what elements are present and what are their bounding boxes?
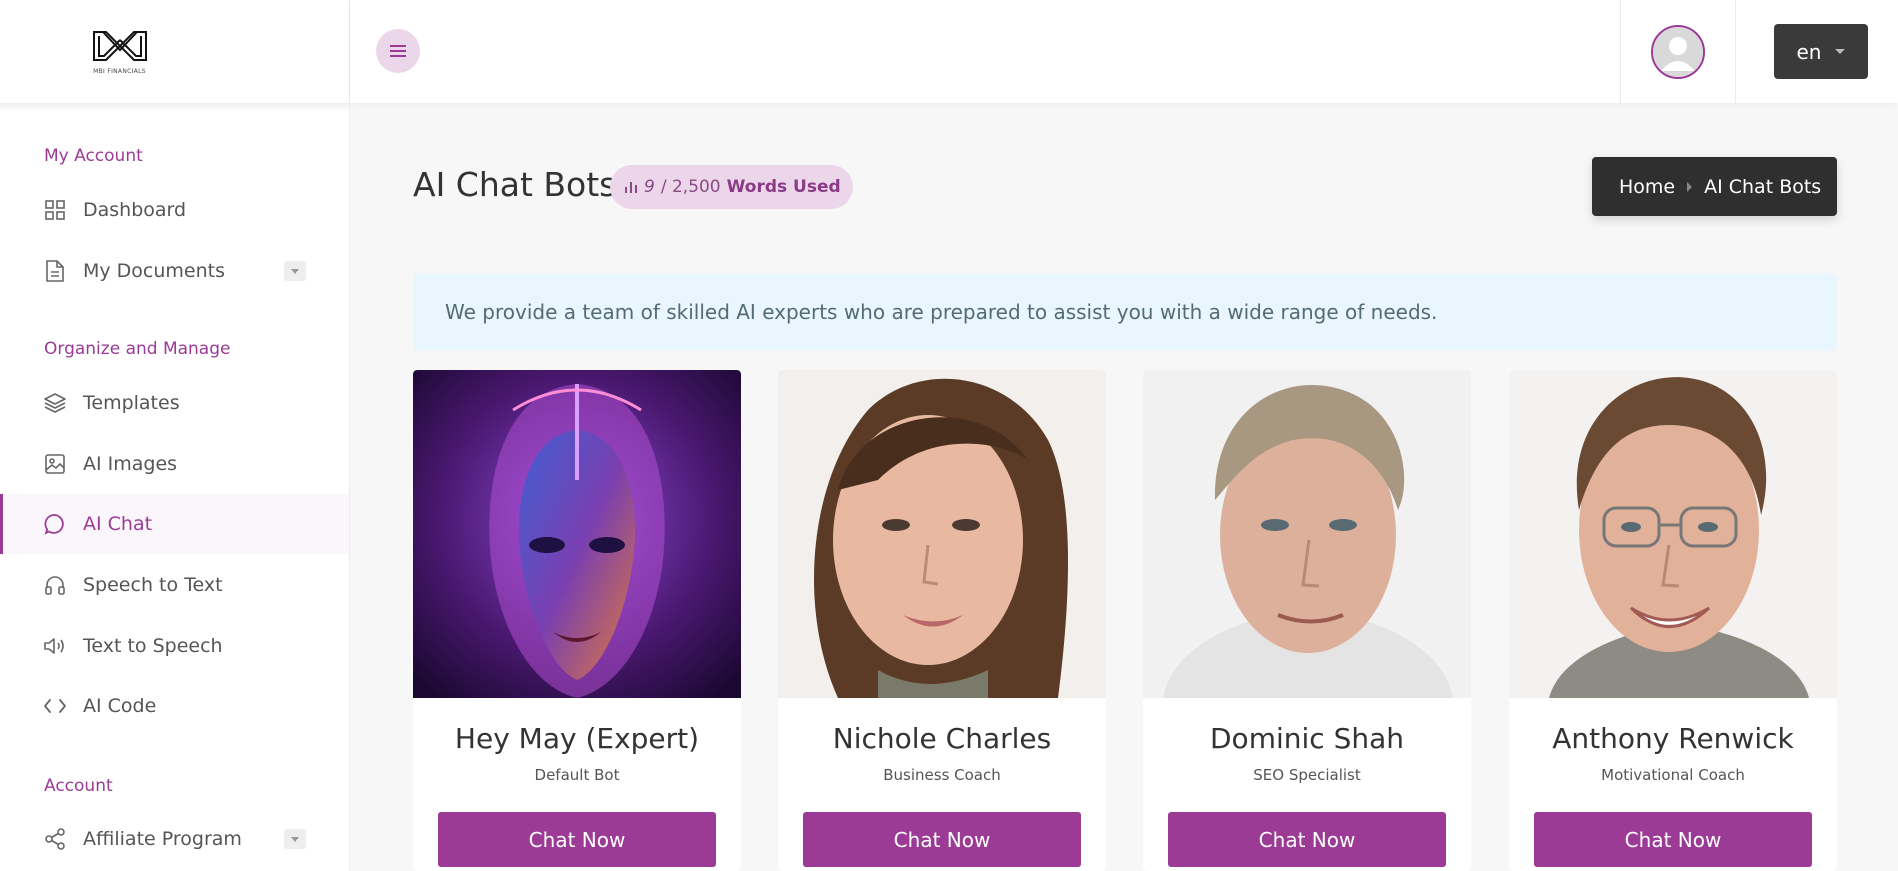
bot-name: Dominic Shah xyxy=(1210,722,1404,755)
bot-card: Nichole Charles Business Coach Chat Now xyxy=(778,370,1106,871)
logo-mark-icon xyxy=(92,30,147,61)
sidebar-item-label: Templates xyxy=(83,392,180,414)
sidebar-item-label: AI Code xyxy=(83,695,157,717)
chat-now-button[interactable]: Chat Now xyxy=(803,812,1081,867)
section-title-organize: Organize and Manage xyxy=(44,339,231,359)
sidebar-item-templates[interactable]: Templates xyxy=(0,373,349,433)
section-title-my-account: My Account xyxy=(44,146,143,166)
sidebar-item-label: My Documents xyxy=(83,260,226,282)
share-icon xyxy=(43,827,67,851)
breadcrumb-current: AI Chat Bots xyxy=(1704,175,1822,198)
bot-portrait[interactable] xyxy=(778,370,1106,698)
avatar[interactable] xyxy=(1651,24,1705,79)
bot-name: Hey May (Expert) xyxy=(454,722,700,755)
words-used-count: 9 xyxy=(644,177,655,197)
page-title: AI Chat Bots xyxy=(413,165,617,204)
sidebar-divider xyxy=(0,103,350,111)
words-used-badge: 9 / 2,500 Words Used xyxy=(610,165,853,209)
chevron-right-icon xyxy=(1687,181,1693,192)
bot-portrait[interactable] xyxy=(413,370,741,698)
chevron-down-icon[interactable] xyxy=(284,261,306,281)
bot-role: SEO Specialist xyxy=(1253,766,1361,784)
sidebar-item-ai-images[interactable]: AI Images xyxy=(0,434,349,494)
chat-bubble-icon xyxy=(43,512,67,536)
sidebar-item-my-documents[interactable]: My Documents xyxy=(0,241,349,301)
words-limit: / 2,500 xyxy=(660,177,721,197)
sidebar-item-label: Dashboard xyxy=(83,199,187,221)
logo-area: MBI FINANCIALS xyxy=(0,0,349,103)
code-icon xyxy=(43,694,67,718)
user-menu[interactable] xyxy=(1620,0,1736,103)
hamburger-icon xyxy=(390,45,406,57)
bot-portrait[interactable] xyxy=(1143,370,1471,698)
sidebar-item-ai-code[interactable]: AI Code xyxy=(0,676,349,736)
chevron-down-icon[interactable] xyxy=(284,829,306,849)
bot-card: Hey May (Expert) Default Bot Chat Now xyxy=(413,370,741,871)
words-used-label: Words Used xyxy=(726,177,841,197)
menu-toggle-button[interactable] xyxy=(376,29,420,73)
breadcrumb: Home AI Chat Bots xyxy=(1592,157,1837,216)
sidebar-item-label: Affiliate Program xyxy=(83,828,242,850)
language-value: en xyxy=(1796,39,1822,64)
sidebar-item-label: Text to Speech xyxy=(83,635,223,657)
section-title-account: Account xyxy=(44,776,113,796)
bot-name: Nichole Charles xyxy=(832,722,1052,755)
sidebar-item-label: AI Chat xyxy=(83,513,153,535)
sidebar-item-label: Speech to Text xyxy=(83,574,223,596)
grid-icon xyxy=(43,198,67,222)
headphones-icon xyxy=(43,573,67,597)
bot-role: Business Coach xyxy=(883,766,1001,784)
brand-logo[interactable]: MBI FINANCIALS xyxy=(88,26,152,78)
chat-now-button[interactable]: Chat Now xyxy=(1168,812,1446,867)
sidebar-item-text-to-speech[interactable]: Text to Speech xyxy=(0,616,349,676)
bot-card: Anthony Renwick Motivational Coach Chat … xyxy=(1509,370,1837,871)
bot-role: Motivational Coach xyxy=(1601,766,1745,784)
logo-text: MBI FINANCIALS xyxy=(93,67,146,75)
top-bar: en xyxy=(350,0,1898,103)
document-icon xyxy=(43,259,67,283)
user-icon xyxy=(1653,26,1703,77)
sidebar-item-dashboard[interactable]: Dashboard xyxy=(0,180,349,240)
breadcrumb-home[interactable]: Home xyxy=(1619,176,1675,198)
info-alert: We provide a team of skilled AI experts … xyxy=(413,273,1837,351)
sidebar-item-ai-chat[interactable]: AI Chat xyxy=(0,494,349,554)
layers-icon xyxy=(43,391,67,415)
sidebar-item-affiliate-program[interactable]: Affiliate Program xyxy=(0,809,349,869)
language-dropdown[interactable]: en xyxy=(1774,24,1868,79)
bot-portrait[interactable] xyxy=(1509,370,1837,698)
image-icon xyxy=(43,452,67,476)
caret-down-icon xyxy=(1835,49,1846,54)
chat-now-button[interactable]: Chat Now xyxy=(438,812,716,867)
bot-name: Anthony Renwick xyxy=(1552,722,1794,755)
sidebar-item-speech-to-text[interactable]: Speech to Text xyxy=(0,555,349,615)
bot-role: Default Bot xyxy=(534,766,620,784)
sidebar-item-label: AI Images xyxy=(83,453,178,475)
chat-now-button[interactable]: Chat Now xyxy=(1534,812,1812,867)
speaker-icon xyxy=(43,634,67,658)
sidebar: MBI FINANCIALS My Account Dashboard My D… xyxy=(0,0,350,871)
bar-chart-icon xyxy=(625,182,637,193)
bot-card: Dominic Shah SEO Specialist Chat Now xyxy=(1143,370,1471,871)
